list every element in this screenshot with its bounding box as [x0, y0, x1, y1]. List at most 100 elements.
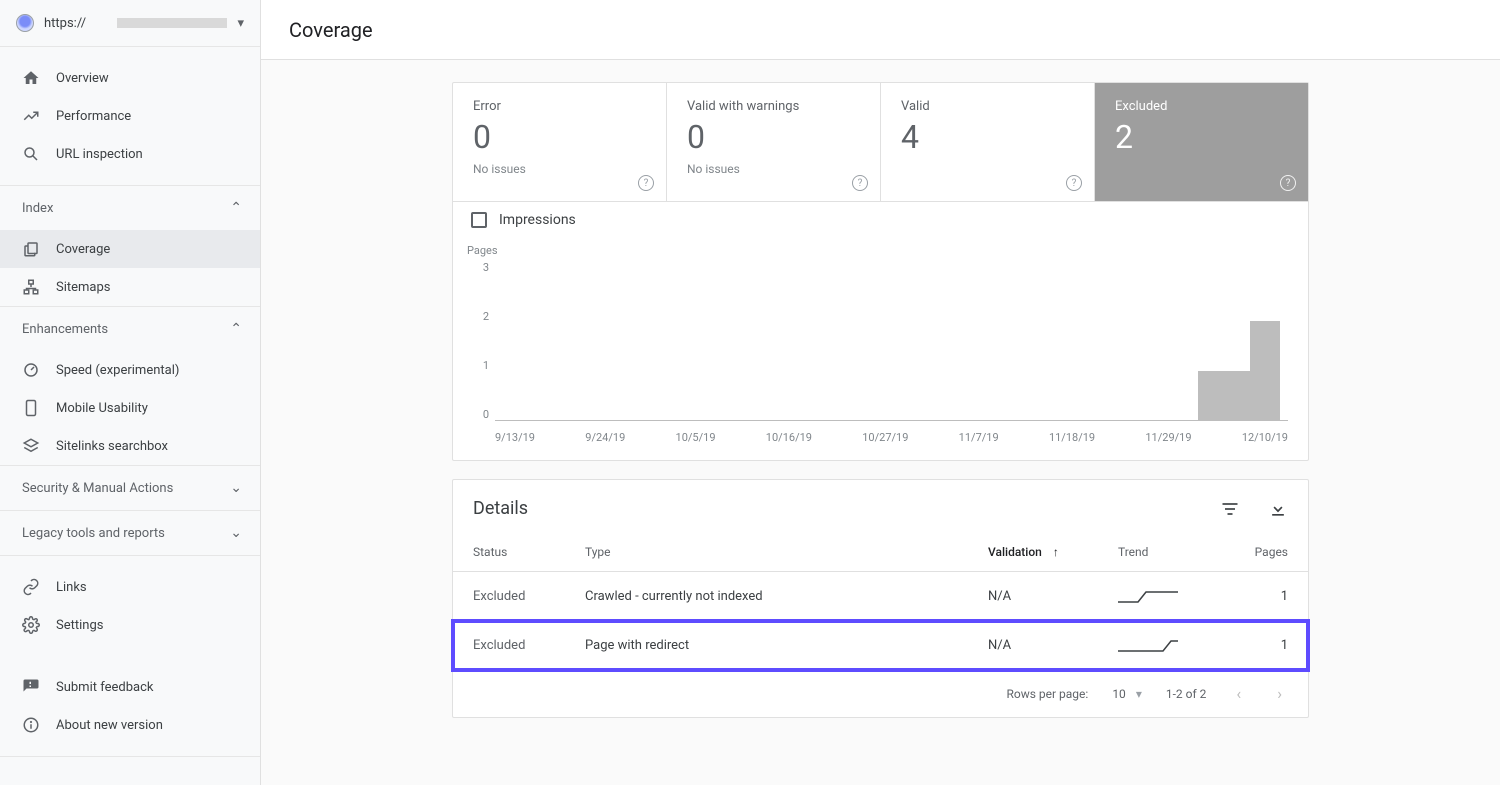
- rows-per-page-select[interactable]: 10 ▾: [1112, 687, 1142, 701]
- sort-up-icon: ↑: [1053, 545, 1059, 559]
- chart-grid: 3 2 1 0: [467, 261, 1288, 421]
- section-legacy[interactable]: Legacy tools and reports ⌄: [0, 511, 260, 555]
- sidebar-item-label: About new version: [56, 718, 163, 733]
- cell-pages: 1: [1218, 621, 1308, 670]
- chart-bar-group-2: [1250, 321, 1280, 421]
- sidebar-item-feedback[interactable]: Submit feedback: [0, 668, 260, 706]
- sidebar-item-links[interactable]: Links: [0, 568, 260, 606]
- tab-excluded[interactable]: Excluded 2 ?: [1095, 83, 1308, 201]
- sidebar: https:// ▾ Overview Performance URL insp…: [0, 0, 261, 785]
- main: Coverage Error 0 No issues ? Valid with …: [261, 0, 1500, 785]
- sidebar-item-speed[interactable]: Speed (experimental): [0, 351, 260, 389]
- col-validation-label: Validation: [988, 545, 1042, 559]
- details-table: Status Type Validation ↑ Trend Pages: [453, 533, 1308, 670]
- xtick: 10/27/19: [862, 431, 908, 444]
- caret-down-icon: ▾: [237, 16, 244, 31]
- sidebar-item-label: Settings: [56, 618, 103, 633]
- cell-status: Excluded: [453, 572, 565, 621]
- help-icon[interactable]: ?: [1066, 175, 1082, 191]
- chevron-down-icon: ⌄: [230, 525, 242, 541]
- details-title: Details: [473, 498, 528, 519]
- ytick: 3: [467, 261, 489, 274]
- gear-icon: [22, 616, 40, 634]
- impressions-label: Impressions: [499, 212, 576, 228]
- sidebar-item-label: Mobile Usability: [56, 401, 148, 416]
- help-icon[interactable]: ?: [1280, 175, 1296, 191]
- table-row[interactable]: Excluded Crawled - currently not indexed…: [453, 572, 1308, 621]
- next-page-button[interactable]: ›: [1271, 684, 1288, 703]
- section-security[interactable]: Security & Manual Actions ⌄: [0, 466, 260, 510]
- rows-per-page-value: 10: [1112, 687, 1126, 701]
- details-card: Details Status Type Validation ↑: [452, 479, 1309, 718]
- chart-bar-group-1: [1198, 371, 1250, 421]
- sidebar-item-label: Links: [56, 580, 87, 595]
- status-tabs: Error 0 No issues ? Valid with warnings …: [453, 83, 1308, 201]
- sidebar-item-sitemaps[interactable]: Sitemaps: [0, 268, 260, 306]
- page-title: Coverage: [289, 18, 373, 42]
- xtick: 12/10/19: [1242, 431, 1288, 444]
- tab-valid[interactable]: Valid 4 ?: [881, 83, 1095, 201]
- sidebar-item-label: Submit feedback: [56, 680, 153, 695]
- cell-validation: N/A: [968, 572, 1098, 621]
- cell-pages: 1: [1218, 572, 1308, 621]
- tab-valid-with-warnings[interactable]: Valid with warnings 0 No issues ?: [667, 83, 881, 201]
- section-label: Security & Manual Actions: [22, 481, 173, 496]
- tab-sub: No issues: [687, 162, 860, 176]
- xtick: 11/29/19: [1145, 431, 1191, 444]
- sidebar-item-settings[interactable]: Settings: [0, 606, 260, 644]
- summary-card: Error 0 No issues ? Valid with warnings …: [452, 82, 1309, 461]
- nav-main-group: Overview Performance URL inspection: [0, 47, 260, 185]
- chevron-down-icon: ⌄: [230, 480, 242, 496]
- cell-status: Excluded: [453, 621, 565, 670]
- details-toolbar: [1220, 499, 1288, 519]
- help-icon[interactable]: ?: [638, 175, 654, 191]
- table-row[interactable]: Excluded Page with redirect N/A 1: [453, 621, 1308, 670]
- col-validation[interactable]: Validation ↑: [968, 533, 1098, 572]
- col-pages[interactable]: Pages: [1218, 533, 1308, 572]
- chart-area: Pages 3 2 1 0: [453, 238, 1308, 460]
- info-icon: [22, 716, 40, 734]
- tab-label: Valid with warnings: [687, 99, 860, 114]
- tab-value: 2: [1115, 118, 1288, 156]
- sidebar-item-overview[interactable]: Overview: [0, 59, 260, 97]
- sidebar-item-performance[interactable]: Performance: [0, 97, 260, 135]
- xtick: 10/16/19: [766, 431, 812, 444]
- section-enhancements[interactable]: Enhancements ⌃: [0, 307, 260, 351]
- property-url: https://: [44, 16, 109, 31]
- xtick: 9/13/19: [495, 431, 535, 444]
- chevron-up-icon: ⌃: [230, 321, 242, 337]
- prev-page-button[interactable]: ‹: [1230, 684, 1247, 703]
- cell-trend: [1098, 572, 1218, 621]
- sidebar-item-coverage[interactable]: Coverage: [0, 230, 260, 268]
- mobile-icon: [22, 399, 40, 417]
- link-icon: [22, 578, 40, 596]
- globe-icon: [16, 14, 34, 32]
- col-trend[interactable]: Trend: [1098, 533, 1218, 572]
- download-icon[interactable]: [1268, 499, 1288, 519]
- tab-sub: No issues: [473, 162, 646, 176]
- filter-icon[interactable]: [1220, 499, 1240, 519]
- col-type[interactable]: Type: [565, 533, 968, 572]
- col-status[interactable]: Status: [453, 533, 565, 572]
- trend-icon: [22, 107, 40, 125]
- feedback-icon: [22, 678, 40, 696]
- section-label: Index: [22, 201, 53, 216]
- tab-error[interactable]: Error 0 No issues ?: [453, 83, 667, 201]
- cell-type: Crawled - currently not indexed: [565, 572, 968, 621]
- sidebar-item-label: Sitemaps: [56, 280, 111, 295]
- impressions-checkbox[interactable]: [471, 212, 487, 228]
- property-blur: [117, 18, 227, 28]
- sidebar-item-url-inspection[interactable]: URL inspection: [0, 135, 260, 173]
- property-selector[interactable]: https:// ▾: [0, 0, 260, 47]
- nav-bottom-group: Links Settings: [0, 556, 260, 656]
- xtick: 10/5/19: [676, 431, 716, 444]
- section-index[interactable]: Index ⌃: [0, 186, 260, 230]
- range-label: 1-2 of 2: [1166, 687, 1207, 701]
- nav-footer-group: Submit feedback About new version: [0, 656, 260, 756]
- sidebar-item-about[interactable]: About new version: [0, 706, 260, 744]
- tab-value: 0: [687, 118, 860, 156]
- sidebar-item-label: URL inspection: [56, 147, 143, 162]
- sidebar-item-mobile-usability[interactable]: Mobile Usability: [0, 389, 260, 427]
- help-icon[interactable]: ?: [852, 175, 868, 191]
- sidebar-item-sitelinks[interactable]: Sitelinks searchbox: [0, 427, 260, 465]
